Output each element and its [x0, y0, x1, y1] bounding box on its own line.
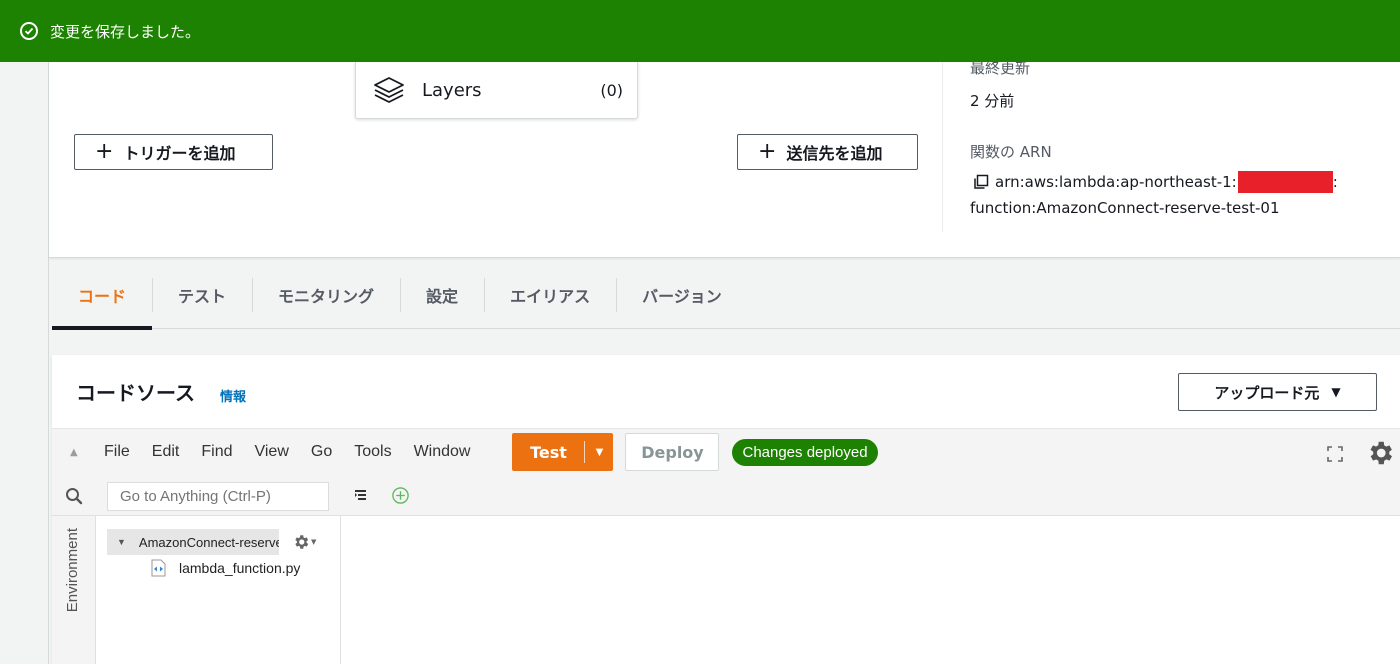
- function-tabs: コード テスト モニタリング 設定 エイリアス バージョン: [52, 262, 1400, 330]
- goto-anything-input[interactable]: [107, 482, 329, 511]
- menu-tools[interactable]: Tools: [354, 443, 391, 461]
- collapse-toolbar-icon[interactable]: ▲: [70, 447, 82, 458]
- expand-triangle-icon[interactable]: ▼: [117, 537, 126, 547]
- success-notification: 変更を保存しました。: [0, 0, 1400, 62]
- arn-line-1: arn:aws:lambda:ap-northeast-1:: [995, 173, 1237, 191]
- code-source-header: コードソース 情報 アップロード元 ▼: [52, 355, 1400, 428]
- upload-from-button[interactable]: アップロード元 ▼: [1178, 373, 1377, 411]
- caret-down-icon: ▼: [311, 538, 317, 546]
- tree-file-item[interactable]: lambda_function.py: [150, 559, 300, 577]
- arn-value: arn:aws:lambda:ap-northeast-1: :: [970, 171, 1338, 193]
- environment-side-tab[interactable]: Environment: [52, 516, 96, 664]
- layers-count: (0): [600, 80, 623, 100]
- menu-edit[interactable]: Edit: [152, 443, 180, 461]
- plus-icon: +: [95, 139, 114, 164]
- plus-icon: +: [758, 139, 777, 164]
- folder-name: AmazonConnect-reserve-test-01: [138, 534, 279, 550]
- copy-icon[interactable]: [973, 174, 989, 190]
- add-destination-button[interactable]: + 送信先を追加: [737, 134, 918, 170]
- arn-line-1-suffix: :: [1332, 173, 1338, 191]
- add-trigger-label: トリガーを追加: [123, 144, 236, 163]
- function-overview: Layers (0) + トリガーを追加 + 送信先を追加 最終更新 2 分前 …: [49, 59, 1400, 258]
- menu-find[interactable]: Find: [201, 443, 232, 461]
- layers-icon: [374, 77, 404, 103]
- menu-go[interactable]: Go: [311, 443, 332, 461]
- search-cell[interactable]: [52, 475, 96, 516]
- ide-search-row: [52, 475, 1400, 516]
- deployed-status-badge: Changes deployed: [732, 438, 878, 466]
- gear-icon[interactable]: [1365, 438, 1395, 468]
- fullscreen-icon[interactable]: [1326, 445, 1344, 463]
- menu-file[interactable]: File: [104, 443, 130, 461]
- tab-monitoring[interactable]: モニタリング: [252, 262, 400, 329]
- gear-icon: [295, 535, 309, 549]
- info-link[interactable]: 情報: [220, 386, 246, 405]
- add-trigger-button[interactable]: + トリガーを追加: [74, 134, 273, 170]
- code-source-panel: コードソース 情報 アップロード元 ▼ ▲ File Edit Find Vie…: [52, 355, 1400, 664]
- upload-from-label: アップロード元: [1214, 383, 1320, 402]
- deploy-button[interactable]: Deploy: [625, 433, 720, 471]
- add-tab-icon[interactable]: [391, 486, 410, 505]
- last-modified-value: 2 分前: [970, 92, 1015, 110]
- tree-folder-root[interactable]: ▼ AmazonConnect-reserve-test-01: [107, 529, 279, 555]
- caret-down-icon: ▼: [1331, 385, 1341, 399]
- overview-divider: [942, 62, 943, 232]
- check-circle-icon: [20, 22, 38, 40]
- menu-window[interactable]: Window: [414, 443, 471, 461]
- add-destination-label: 送信先を追加: [786, 144, 883, 163]
- arn-line-2: function:AmazonConnect-reserve-test-01: [970, 199, 1280, 217]
- arn-label: 関数の ARN: [970, 143, 1052, 161]
- test-label: Test: [530, 442, 567, 462]
- tree-editor-divider: [340, 516, 341, 664]
- test-button[interactable]: Test ▼: [512, 433, 614, 471]
- tree-settings-button[interactable]: ▼: [292, 533, 316, 551]
- search-icon: [66, 487, 83, 504]
- test-dropdown-icon[interactable]: ▼: [585, 447, 613, 458]
- tab-code[interactable]: コード: [52, 262, 153, 330]
- environment-label: Environment: [64, 528, 81, 613]
- python-file-icon: [151, 559, 166, 577]
- tab-versions[interactable]: バージョン: [616, 262, 748, 329]
- layers-button[interactable]: Layers (0): [355, 62, 638, 119]
- ide-toolbar: ▲ File Edit Find View Go Tools Window Te…: [52, 428, 1400, 475]
- notification-message: 変更を保存しました。: [50, 22, 201, 41]
- menu-view[interactable]: View: [254, 443, 288, 461]
- layers-label: Layers: [422, 79, 482, 101]
- code-source-title: コードソース: [76, 381, 195, 405]
- file-name: lambda_function.py: [179, 560, 301, 576]
- tab-list-icon[interactable]: [354, 488, 370, 504]
- tab-aliases[interactable]: エイリアス: [484, 262, 616, 329]
- left-rail: [0, 62, 49, 664]
- redacted-account-id: [1237, 171, 1333, 193]
- tab-settings[interactable]: 設定: [400, 262, 484, 329]
- tab-test[interactable]: テスト: [152, 262, 252, 329]
